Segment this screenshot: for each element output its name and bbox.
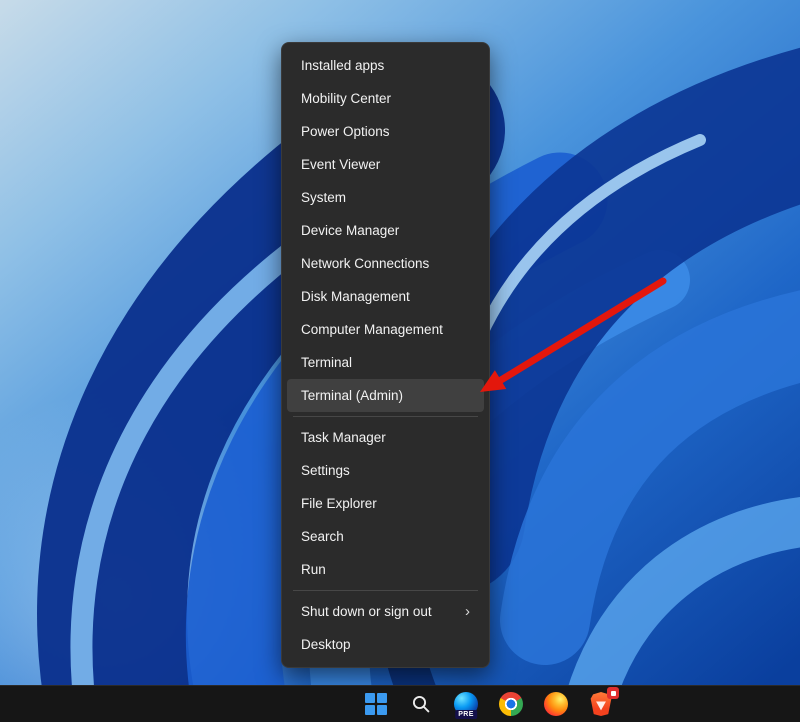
menu-item-system[interactable]: System [287,181,484,214]
menu-item-label: Desktop [301,637,351,652]
menu-item-disk-management[interactable]: Disk Management [287,280,484,313]
winx-context-menu: Installed apps Mobility Center Power Opt… [281,42,490,668]
menu-item-installed-apps[interactable]: Installed apps [287,49,484,82]
taskbar-icons: PRE [362,686,619,722]
search-button[interactable] [407,690,435,718]
brave-button[interactable] [587,687,619,718]
menu-item-desktop[interactable]: Desktop [287,628,484,661]
menu-item-terminal-admin[interactable]: Terminal (Admin) [287,379,484,412]
menu-item-label: File Explorer [301,496,377,511]
menu-item-file-explorer[interactable]: File Explorer [287,487,484,520]
menu-item-label: Terminal [301,355,353,370]
menu-item-run[interactable]: Run [287,553,484,586]
menu-item-label: Event Viewer [301,157,381,172]
firefox-developer-button[interactable]: PRE [452,690,480,719]
menu-item-label: Terminal (Admin) [301,388,404,403]
menu-item-label: Network Connections [301,256,430,271]
menu-item-label: Device Manager [301,223,400,238]
menu-item-shut-down-or-sign-out[interactable]: Shut down or sign out › [287,595,484,628]
menu-item-label: System [301,190,347,205]
menu-item-label: Run [301,562,326,577]
menu-item-network-connections[interactable]: Network Connections [287,247,484,280]
menu-item-label: Computer Management [301,322,443,337]
menu-item-label: Installed apps [301,58,385,73]
menu-item-task-manager[interactable]: Task Manager [287,421,484,454]
menu-separator [293,416,478,417]
menu-item-label: Disk Management [301,289,410,304]
menu-item-event-viewer[interactable]: Event Viewer [287,148,484,181]
chrome-button[interactable] [497,690,525,718]
menu-item-power-options[interactable]: Power Options [287,115,484,148]
brave-lion-face [596,701,606,711]
chrome-icon [499,692,523,716]
desktop: Installed apps Mobility Center Power Opt… [0,0,800,722]
menu-separator [293,590,478,591]
menu-item-terminal[interactable]: Terminal [287,346,484,379]
menu-item-computer-management[interactable]: Computer Management [287,313,484,346]
windows-logo-icon [365,693,387,715]
menu-item-search[interactable]: Search [287,520,484,553]
menu-item-label: Search [301,529,344,544]
menu-item-label: Power Options [301,124,390,139]
firefox-button[interactable] [542,690,570,718]
chevron-right-icon: › [465,603,470,620]
menu-item-label: Settings [301,463,350,478]
taskbar: PRE [0,685,800,722]
search-icon [412,695,430,713]
start-button[interactable] [362,690,390,718]
menu-item-label: Mobility Center [301,91,392,106]
menu-item-settings[interactable]: Settings [287,454,484,487]
firefox-icon [544,692,568,716]
menu-item-label: Shut down or sign out [301,604,432,619]
menu-item-label: Task Manager [301,430,386,445]
brave-notification-badge [607,687,619,699]
pre-badge: PRE [455,710,477,719]
menu-item-mobility-center[interactable]: Mobility Center [287,82,484,115]
menu-item-device-manager[interactable]: Device Manager [287,214,484,247]
